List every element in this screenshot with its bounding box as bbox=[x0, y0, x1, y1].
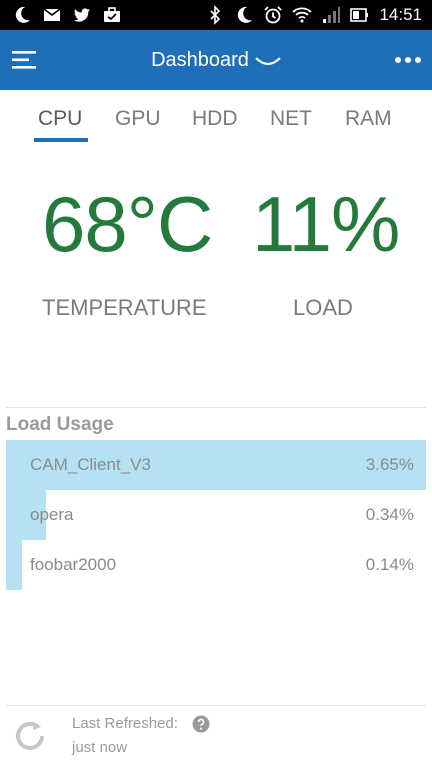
bluetooth-icon bbox=[210, 5, 221, 25]
process-percent: 0.14% bbox=[365, 555, 414, 574]
refresh-icon[interactable] bbox=[12, 718, 48, 754]
section-divider bbox=[6, 407, 426, 408]
temperature-label: TEMPERATURE bbox=[42, 295, 207, 320]
process-percent: 0.34% bbox=[365, 505, 414, 524]
mail-icon bbox=[43, 8, 61, 21]
process-percent: 3.65% bbox=[365, 455, 414, 474]
briefcase-icon bbox=[104, 7, 120, 22]
active-tab-indicator bbox=[34, 138, 88, 142]
app-bar: Dashboard bbox=[0, 30, 432, 90]
process-row[interactable]: foobar2000 0.14% bbox=[6, 540, 426, 590]
load-label: LOAD bbox=[293, 295, 353, 320]
load-value: 11% bbox=[252, 180, 400, 268]
last-refreshed-label: Last Refreshed: bbox=[72, 715, 178, 732]
last-refreshed-value: just now bbox=[72, 739, 128, 756]
tab-ram[interactable]: RAM bbox=[345, 106, 392, 136]
moon-icon bbox=[238, 6, 253, 23]
process-name: foobar2000 bbox=[30, 555, 117, 574]
chevron-down-icon bbox=[255, 57, 281, 66]
help-icon[interactable] bbox=[192, 715, 210, 733]
alarm-icon bbox=[264, 6, 283, 24]
status-time: 14:51 bbox=[379, 5, 422, 24]
moon-icon bbox=[15, 6, 30, 23]
process-load-bar bbox=[6, 540, 22, 590]
footer-divider bbox=[6, 705, 426, 706]
tab-gpu[interactable]: GPU bbox=[115, 106, 161, 136]
status-bar-notifications bbox=[12, 5, 122, 25]
tab-net[interactable]: NET bbox=[270, 106, 312, 136]
status-bar-system: 14:51 bbox=[205, 5, 422, 25]
load-usage-title: Load Usage bbox=[6, 414, 114, 435]
page-title: Dashboard bbox=[151, 48, 249, 71]
status-bar: 14:51 bbox=[0, 0, 432, 30]
battery-icon bbox=[350, 8, 369, 22]
process-row[interactable]: CAM_Client_V3 3.65% bbox=[6, 440, 426, 490]
process-name: CAM_Client_V3 bbox=[30, 455, 151, 474]
tab-hdd[interactable]: HDD bbox=[192, 106, 238, 136]
twitter-icon bbox=[74, 8, 90, 22]
wifi-icon bbox=[292, 7, 313, 23]
dashboard-selector[interactable]: Dashboard bbox=[0, 30, 432, 90]
temperature-value: 68°C bbox=[42, 180, 213, 268]
process-row[interactable]: opera 0.34% bbox=[6, 490, 426, 540]
process-name: opera bbox=[30, 505, 74, 524]
signal-icon bbox=[323, 7, 341, 23]
more-options-icon[interactable] bbox=[394, 48, 422, 72]
tab-cpu[interactable]: CPU bbox=[38, 106, 82, 136]
